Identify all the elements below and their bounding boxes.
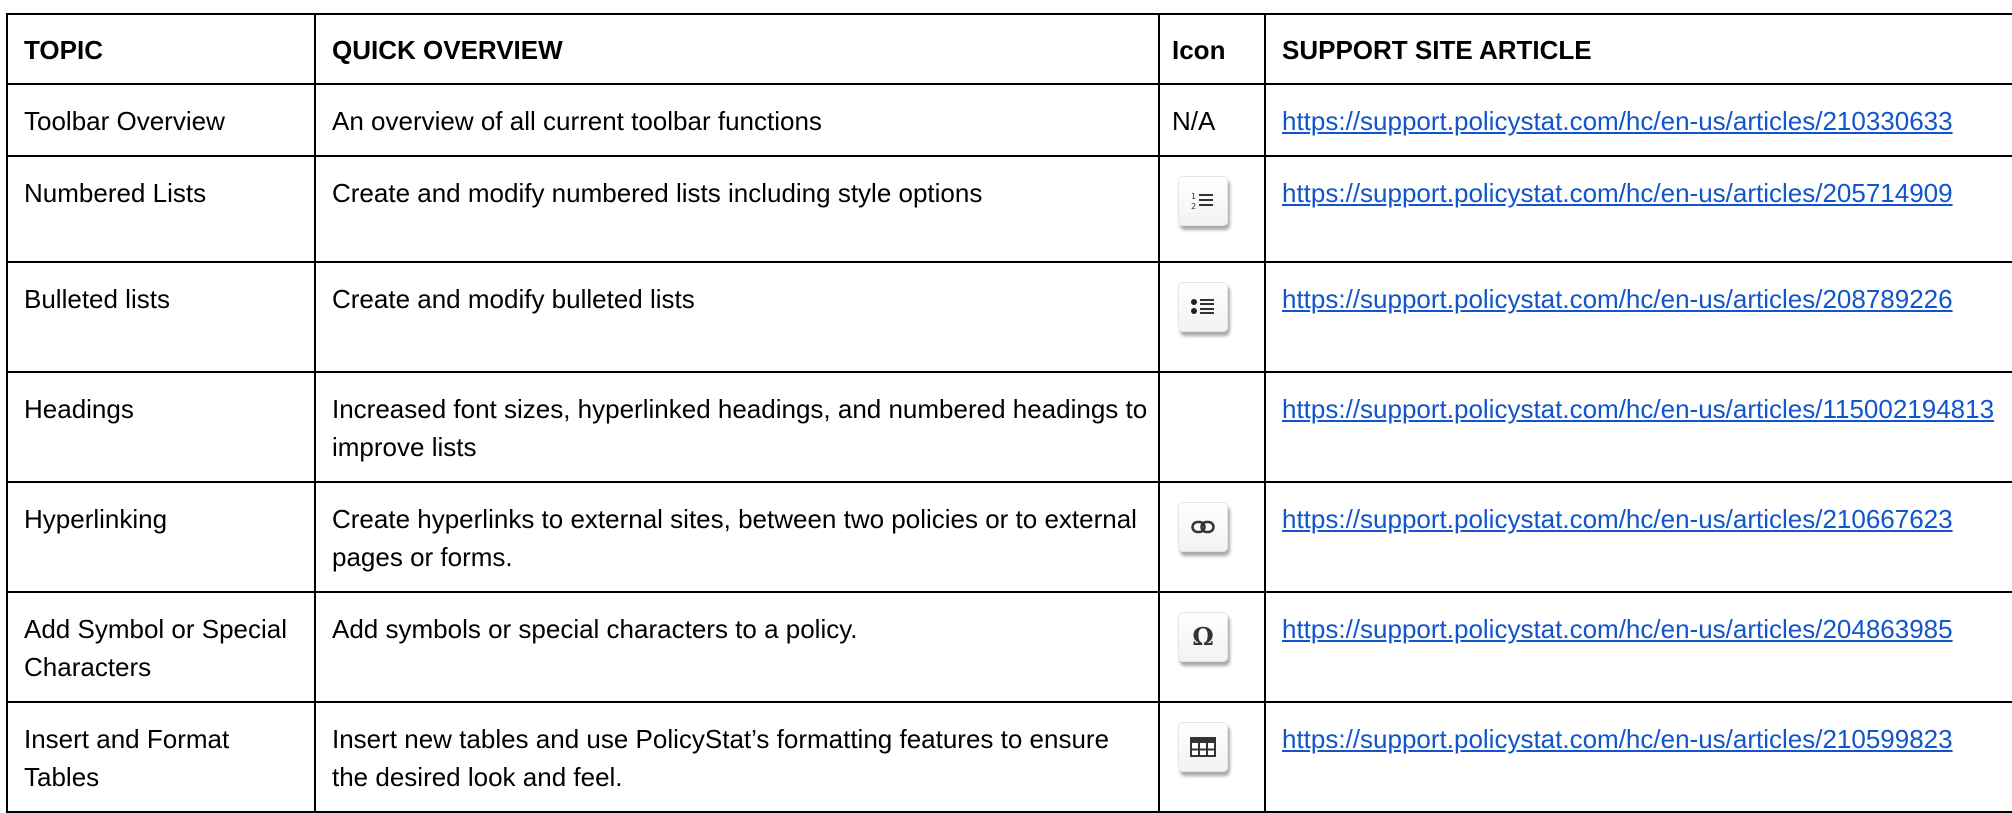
support-article-link[interactable]: https://support.policystat.com/hc/en-us/… xyxy=(1282,394,1994,424)
icon-cell xyxy=(1158,371,1266,483)
topic-cell: Hyperlinking xyxy=(6,481,316,593)
topic-cell: Add Symbol or Special Characters xyxy=(6,591,316,703)
overview-cell: Create hyperlinks to external sites, bet… xyxy=(314,481,1160,593)
icon-cell xyxy=(1158,701,1266,813)
column-header-overview: QUICK OVERVIEW xyxy=(314,13,1160,85)
icon-cell: N/A xyxy=(1158,83,1266,157)
article-cell: https://support.policystat.com/hc/en-us/… xyxy=(1264,261,2012,373)
topic-cell: Numbered Lists xyxy=(6,155,316,263)
svg-text:1: 1 xyxy=(1191,192,1196,201)
table-row: Numbered Lists Create and modify numbere… xyxy=(6,155,2012,263)
column-header-topic: TOPIC xyxy=(6,13,316,85)
icon-cell: 1 2 xyxy=(1158,155,1266,263)
overview-cell: An overview of all current toolbar funct… xyxy=(314,83,1160,157)
topic-cell: Headings xyxy=(6,371,316,483)
column-header-icon: Icon xyxy=(1158,13,1266,85)
support-article-link[interactable]: https://support.policystat.com/hc/en-us/… xyxy=(1282,178,1953,208)
overview-cell: Add symbols or special characters to a p… xyxy=(314,591,1160,703)
overview-cell: Create and modify bulleted lists xyxy=(314,261,1160,373)
numbered-list-icon: 1 2 xyxy=(1178,176,1228,226)
table-row: Hyperlinking Create hyperlinks to extern… xyxy=(6,481,2012,593)
support-article-link[interactable]: https://support.policystat.com/hc/en-us/… xyxy=(1282,724,1953,754)
article-cell: https://support.policystat.com/hc/en-us/… xyxy=(1264,481,2012,593)
topic-cell: Insert and Format Tables xyxy=(6,701,316,813)
table-row: Bulleted lists Create and modify bullete… xyxy=(6,261,2012,373)
overview-cell: Increased font sizes, hyperlinked headin… xyxy=(314,371,1160,483)
table-row: Insert and Format Tables Insert new tabl… xyxy=(6,701,2012,813)
support-article-link[interactable]: https://support.policystat.com/hc/en-us/… xyxy=(1282,106,1953,136)
article-cell: https://support.policystat.com/hc/en-us/… xyxy=(1264,83,2012,157)
table-row: Toolbar Overview An overview of all curr… xyxy=(6,83,2012,157)
table-row: Headings Increased font sizes, hyperlink… xyxy=(6,371,2012,483)
column-header-article: SUPPORT SITE ARTICLE xyxy=(1264,13,2012,85)
overview-cell: Insert new tables and use PolicyStat’s f… xyxy=(314,701,1160,813)
topic-cell: Bulleted lists xyxy=(6,261,316,373)
support-article-link[interactable]: https://support.policystat.com/hc/en-us/… xyxy=(1282,614,1953,644)
icon-cell xyxy=(1158,481,1266,593)
article-cell: https://support.policystat.com/hc/en-us/… xyxy=(1264,701,2012,813)
svg-text:2: 2 xyxy=(1191,202,1196,211)
table-header-row: TOPIC QUICK OVERVIEW Icon SUPPORT SITE A… xyxy=(6,13,2012,85)
link-icon xyxy=(1178,502,1228,552)
support-article-link[interactable]: https://support.policystat.com/hc/en-us/… xyxy=(1282,284,1953,314)
article-cell: https://support.policystat.com/hc/en-us/… xyxy=(1264,155,2012,263)
icon-cell xyxy=(1158,261,1266,373)
bulleted-list-icon xyxy=(1178,282,1228,332)
article-cell: https://support.policystat.com/hc/en-us/… xyxy=(1264,591,2012,703)
omega-symbol-icon: Ω xyxy=(1178,612,1228,662)
toolbar-topics-table: TOPIC QUICK OVERVIEW Icon SUPPORT SITE A… xyxy=(6,13,2012,813)
icon-cell: Ω xyxy=(1158,591,1266,703)
cropped-text-above-table xyxy=(0,0,2012,8)
topic-cell: Toolbar Overview xyxy=(6,83,316,157)
table-row: Add Symbol or Special Characters Add sym… xyxy=(6,591,2012,703)
overview-cell: Create and modify numbered lists includi… xyxy=(314,155,1160,263)
support-article-link[interactable]: https://support.policystat.com/hc/en-us/… xyxy=(1282,504,1953,534)
table-icon xyxy=(1178,722,1228,772)
article-cell: https://support.policystat.com/hc/en-us/… xyxy=(1264,371,2012,483)
